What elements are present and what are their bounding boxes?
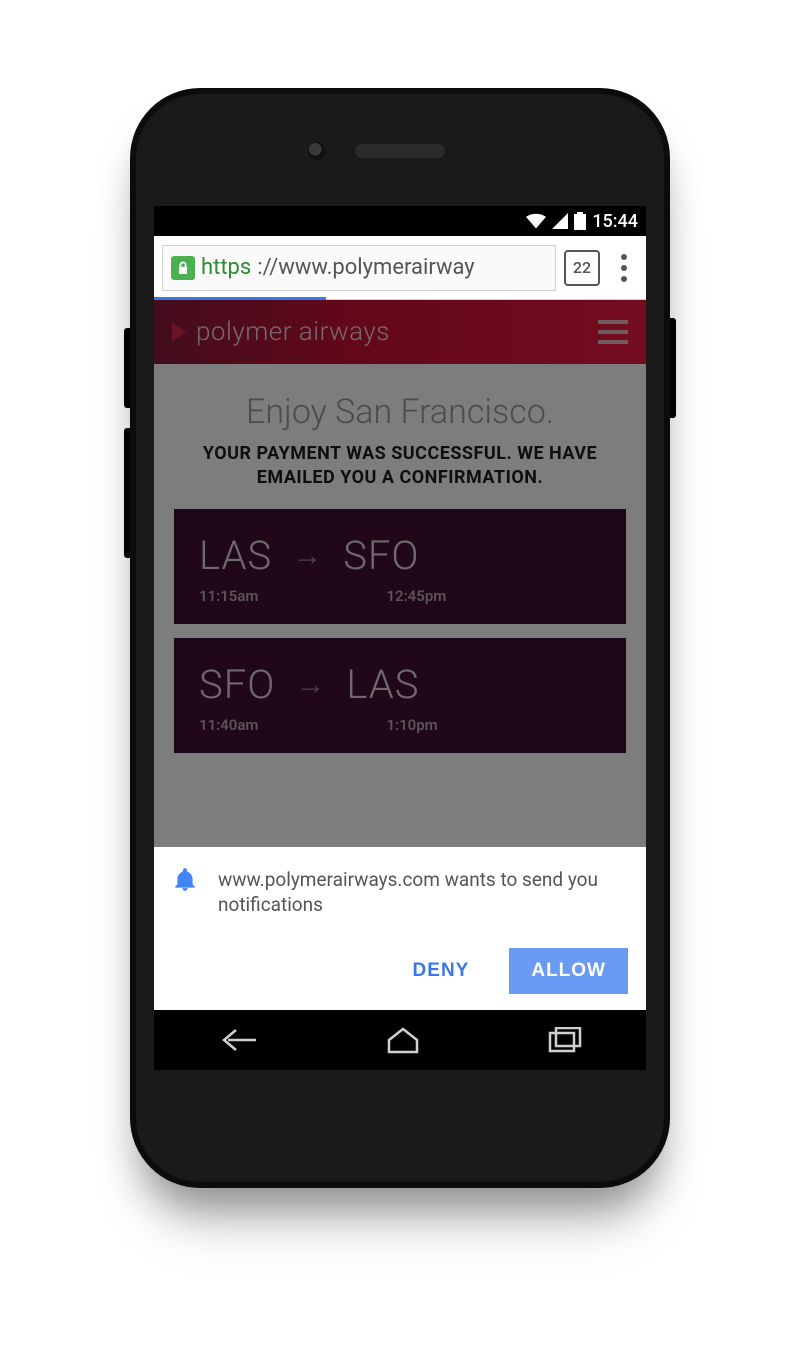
recents-icon[interactable] [548,1027,582,1053]
tab-switcher[interactable]: 22 [564,250,600,286]
screen: 15:44 https://www.polymerairway 22 [154,206,646,1070]
volume-button [124,428,130,558]
power-button [670,318,676,418]
clock: 15:44 [592,211,638,232]
address-bar[interactable]: https://www.polymerairway [162,245,556,291]
browser-toolbar: https://www.polymerairway 22 [154,236,646,300]
url-text: ://www.polymerairway [257,255,475,280]
lock-icon [171,256,195,280]
permission-text: www.polymerairways.com wants to send you… [218,867,628,918]
phone-frame: 15:44 https://www.polymerairway 22 [130,88,670,1188]
back-icon[interactable] [218,1027,258,1053]
volume-button [124,328,130,408]
overflow-menu-icon[interactable] [608,254,640,282]
wifi-icon [526,213,546,229]
phone-speaker [355,144,445,158]
deny-button[interactable]: DENY [391,948,492,994]
bell-icon [172,867,200,900]
system-nav-bar [154,1010,646,1070]
status-bar: 15:44 [154,206,646,236]
home-icon[interactable] [386,1026,420,1054]
cell-signal-icon [552,213,568,229]
phone-camera [308,142,326,160]
allow-button[interactable]: ALLOW [509,948,628,994]
url-scheme: https [201,255,251,280]
battery-icon [574,212,586,230]
permission-prompt: www.polymerairways.com wants to send you… [154,847,646,1010]
